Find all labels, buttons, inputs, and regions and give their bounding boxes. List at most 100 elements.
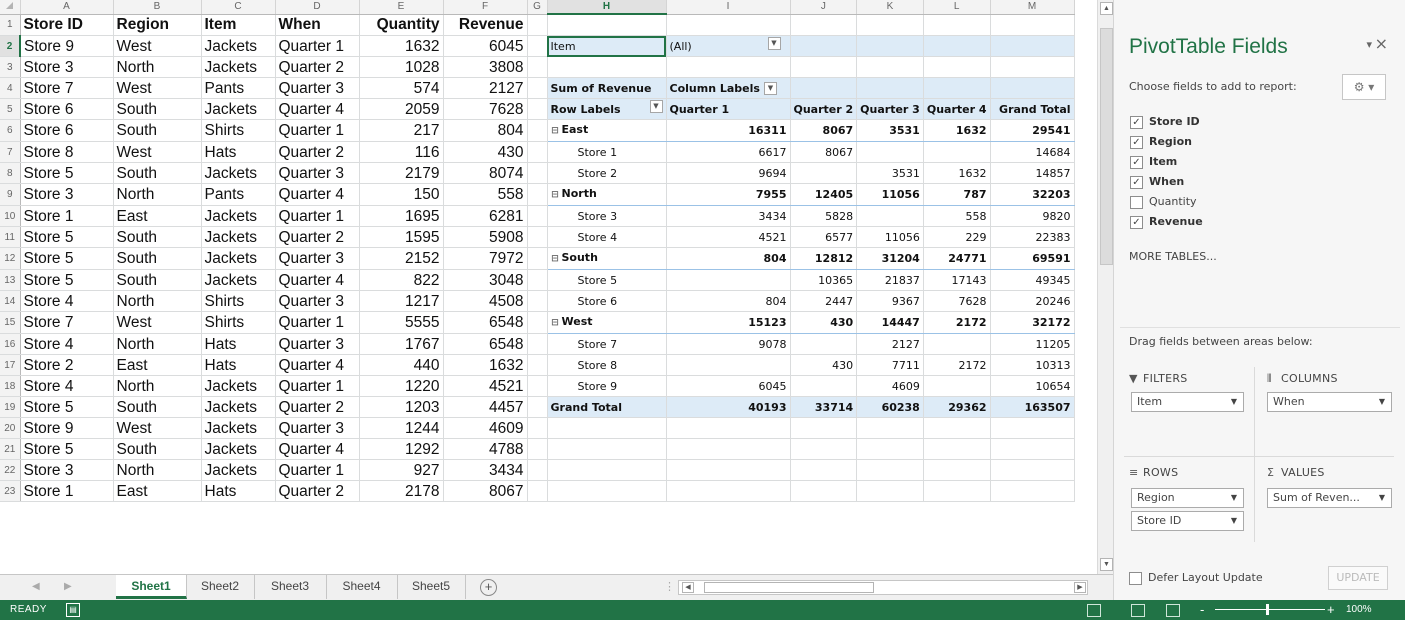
data-cell[interactable]: Quarter 1 [275, 119, 360, 142]
row-header[interactable]: 4 [0, 77, 21, 99]
data-cell[interactable]: Store 8 [20, 141, 114, 163]
data-cell[interactable]: Quarter 4 [275, 438, 360, 460]
data-cell[interactable]: Quarter 3 [275, 247, 360, 270]
pivot-value[interactable]: 69591 [990, 247, 1075, 270]
pivot-value[interactable] [856, 141, 924, 163]
cell[interactable] [547, 417, 667, 439]
sheet-tab-sheet1[interactable]: Sheet1 [116, 575, 187, 599]
cell[interactable] [923, 35, 991, 57]
data-cell[interactable]: 804 [443, 119, 528, 142]
header-cell[interactable]: Item [201, 14, 276, 36]
pivot-value[interactable]: 4521 [666, 226, 791, 248]
pivot-value[interactable]: 558 [923, 205, 991, 227]
row-header[interactable]: 7 [0, 141, 21, 163]
pivot-value[interactable]: 7955 [666, 183, 791, 206]
pivot-store-row[interactable]: Store 3 [547, 205, 667, 227]
cell[interactable] [527, 311, 548, 334]
pivot-quarter-header[interactable]: Quarter 1 [666, 98, 791, 120]
data-cell[interactable]: North [113, 375, 202, 397]
pivot-group-row[interactable]: ⊟ West [547, 311, 667, 334]
cell[interactable] [527, 375, 548, 397]
data-cell[interactable]: Hats [201, 480, 276, 502]
cell[interactable] [527, 205, 548, 227]
field-revenue[interactable]: ✓ Revenue [1130, 212, 1203, 232]
collapse-icon[interactable]: ⊟ [551, 314, 560, 333]
data-cell[interactable]: East [113, 480, 202, 502]
cell[interactable] [990, 480, 1075, 502]
row-header[interactable]: 23 [0, 480, 21, 502]
pivot-value[interactable] [923, 375, 991, 397]
data-cell[interactable]: Quarter 2 [275, 480, 360, 502]
cell[interactable] [666, 56, 791, 78]
data-cell[interactable]: Quarter 4 [275, 183, 360, 206]
cell[interactable] [527, 417, 548, 439]
cell[interactable] [547, 480, 667, 502]
cell[interactable] [790, 77, 858, 99]
row-header[interactable]: 2 [0, 35, 21, 57]
data-cell[interactable]: Quarter 3 [275, 333, 360, 355]
data-cell[interactable]: 116 [359, 141, 444, 163]
pivot-quarter-header[interactable]: Quarter 4 [923, 98, 991, 120]
chevron-down-icon[interactable]: ▼ [1231, 393, 1237, 411]
cell[interactable] [547, 14, 667, 36]
pivot-grand-total-label[interactable]: Grand Total [547, 396, 667, 418]
cell[interactable] [990, 14, 1075, 36]
pivot-value[interactable] [790, 162, 858, 184]
cell[interactable] [527, 459, 548, 481]
scroll-down-icon[interactable]: ▼ [1100, 558, 1113, 571]
data-cell[interactable]: Shirts [201, 119, 276, 142]
cell[interactable] [856, 459, 924, 481]
data-cell[interactable]: Jackets [201, 205, 276, 227]
pivot-store-row[interactable]: Store 2 [547, 162, 667, 184]
data-cell[interactable]: Jackets [201, 459, 276, 481]
row-header[interactable]: 16 [0, 333, 21, 355]
zoom-out-icon[interactable]: - [1200, 602, 1204, 617]
data-cell[interactable]: 1695 [359, 205, 444, 227]
pivot-quarter-header[interactable]: Quarter 2 [790, 98, 858, 120]
pivot-value[interactable]: 31204 [856, 247, 924, 270]
data-cell[interactable]: North [113, 459, 202, 481]
pivot-store-row[interactable]: Store 6 [547, 290, 667, 312]
tab-prev-icon[interactable]: ◀ [32, 581, 40, 592]
data-cell[interactable]: Jackets [201, 35, 276, 57]
pivot-store-row[interactable]: Store 7 [547, 333, 667, 355]
pivot-value[interactable]: 3531 [856, 119, 924, 142]
pivot-group-row[interactable]: ⊟ South [547, 247, 667, 270]
data-cell[interactable]: 1220 [359, 375, 444, 397]
cell[interactable] [527, 98, 548, 120]
data-cell[interactable]: 6548 [443, 311, 528, 334]
data-cell[interactable]: Store 2 [20, 354, 114, 376]
data-cell[interactable]: Shirts [201, 311, 276, 334]
sheet-tab-sheet2[interactable]: Sheet2 [186, 575, 255, 599]
pivot-value-label[interactable]: Sum of Revenue [547, 77, 667, 99]
pivot-value[interactable]: 4609 [856, 375, 924, 397]
cell[interactable] [790, 56, 858, 78]
pivot-value[interactable]: 12405 [790, 183, 858, 206]
column-header-k[interactable]: K [856, 0, 924, 15]
field-item[interactable]: ✓ Item [1130, 152, 1203, 172]
pivot-value[interactable] [790, 375, 858, 397]
scroll-right-icon[interactable]: ▶ [1074, 582, 1086, 593]
cell[interactable] [990, 77, 1075, 99]
pivot-value[interactable]: 2447 [790, 290, 858, 312]
data-cell[interactable]: Hats [201, 354, 276, 376]
data-cell[interactable]: Jackets [201, 438, 276, 460]
pivot-value[interactable]: 15123 [666, 311, 791, 334]
pivot-value[interactable]: 17143 [923, 269, 991, 291]
data-cell[interactable]: 3434 [443, 459, 528, 481]
pivot-value[interactable] [856, 205, 924, 227]
data-cell[interactable]: Quarter 2 [275, 396, 360, 418]
column-header-e[interactable]: E [359, 0, 444, 15]
pivot-store-row[interactable]: Store 9 [547, 375, 667, 397]
data-cell[interactable]: Store 4 [20, 375, 114, 397]
data-cell[interactable]: 6045 [443, 35, 528, 57]
pivot-value[interactable]: 12812 [790, 247, 858, 270]
cell[interactable] [790, 480, 858, 502]
cell[interactable] [923, 56, 991, 78]
field-checkbox[interactable] [1130, 195, 1143, 209]
pivot-value[interactable]: 229 [923, 226, 991, 248]
data-cell[interactable]: Store 1 [20, 205, 114, 227]
data-cell[interactable]: Jackets [201, 375, 276, 397]
data-cell[interactable]: South [113, 438, 202, 460]
data-cell[interactable]: Jackets [201, 417, 276, 439]
